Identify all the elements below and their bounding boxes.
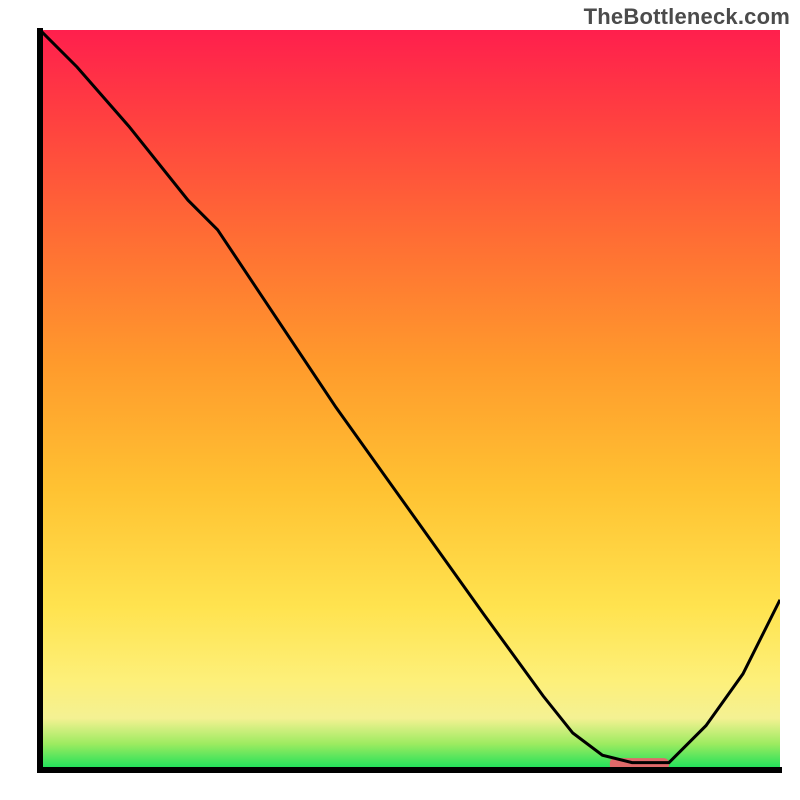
gradient-background bbox=[40, 30, 780, 770]
plot-area bbox=[40, 28, 782, 770]
bottleneck-chart bbox=[0, 0, 800, 800]
chart-stage: TheBottleneck.com bbox=[0, 0, 800, 800]
